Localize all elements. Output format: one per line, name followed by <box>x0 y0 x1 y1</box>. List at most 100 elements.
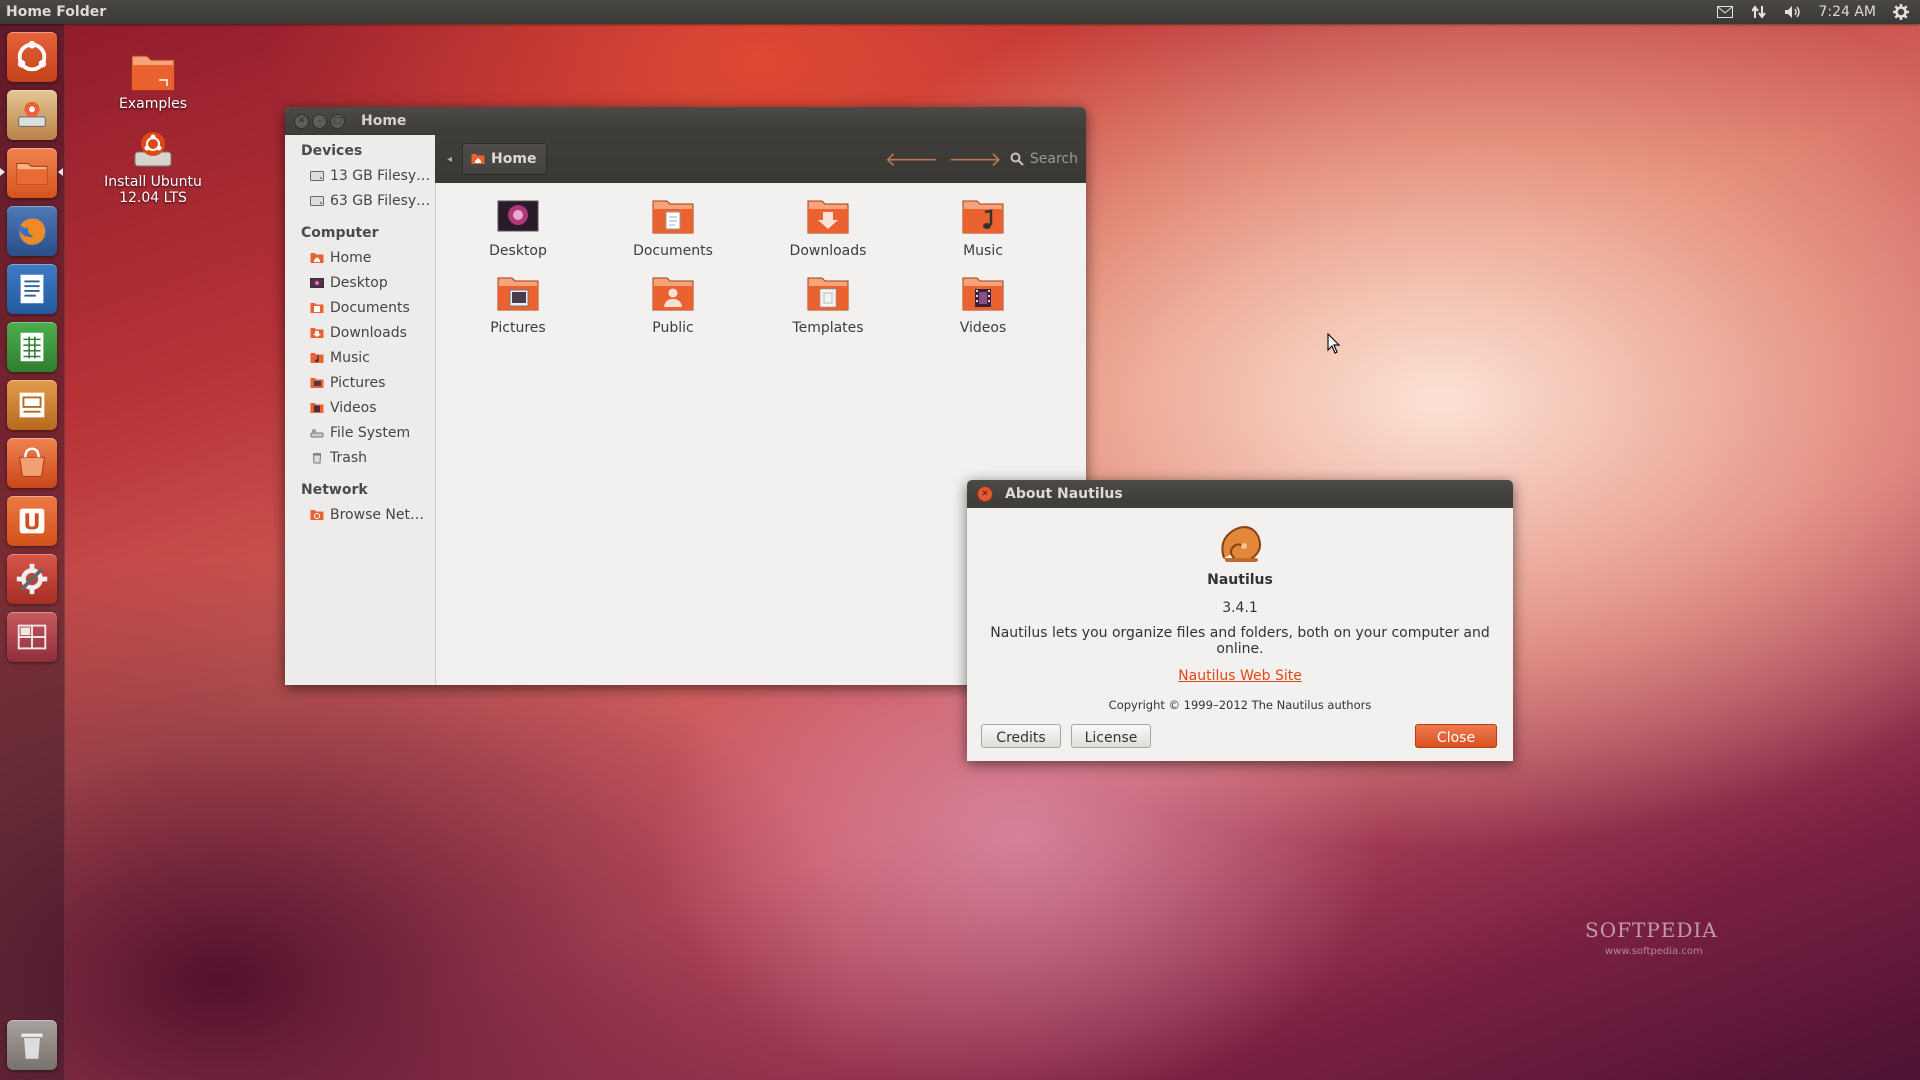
file-label: Templates <box>792 320 864 336</box>
install-ubuntu-icon <box>134 132 172 167</box>
templates-folder-icon <box>807 277 849 311</box>
license-button[interactable]: License <box>1071 724 1151 748</box>
sidebar-item-label: Desktop <box>330 274 388 291</box>
app-description: Nautilus lets you organize files and fol… <box>990 625 1490 657</box>
videos-folder-icon <box>962 277 1004 311</box>
sidebar-item-device-2[interactable]: 63 GB Filesy… <box>285 188 435 213</box>
file-label: Public <box>652 320 694 336</box>
breadcrumb-left-arrow-icon[interactable]: ◂ <box>447 154 452 165</box>
file-label: Pictures <box>490 320 546 336</box>
sidebar-item-file-system[interactable]: File System <box>285 420 435 445</box>
back-arrow-icon[interactable]: 🡐 <box>885 147 939 171</box>
nautilus-window: ✕ – □ Home Devices 13 GB Filesy… 63 GB F… <box>285 107 1086 685</box>
toolbar: ◂ Home 🡐 🡒 Search <box>435 135 1086 183</box>
close-icon[interactable]: ✕ <box>977 486 993 502</box>
drive-icon <box>310 195 324 206</box>
examples-folder-icon <box>131 55 175 91</box>
sidebar-header-network: Network <box>301 482 368 498</box>
watermark-url: www.softpedia.com <box>1605 946 1703 957</box>
public-folder-icon <box>652 277 694 311</box>
file-item-documents[interactable]: Documents <box>618 197 728 259</box>
sidebar-header-devices: Devices <box>301 143 363 159</box>
impress-icon[interactable] <box>7 380 57 430</box>
installer-icon[interactable] <box>7 90 57 140</box>
trash-icon[interactable] <box>7 1020 57 1070</box>
downloads-folder-icon <box>807 200 849 234</box>
firefox-icon[interactable] <box>7 206 57 256</box>
file-label: Music <box>963 243 1003 259</box>
file-item-desktop[interactable]: Desktop <box>463 197 573 259</box>
mail-icon[interactable] <box>1716 5 1734 19</box>
close-icon[interactable]: ✕ <box>294 113 309 129</box>
sidebar-item-device-1[interactable]: 13 GB Filesy… <box>285 163 435 188</box>
sidebar-item-home[interactable]: Home <box>285 245 435 270</box>
music-icon <box>310 352 324 363</box>
documents-folder-icon <box>652 200 694 234</box>
forward-arrow-icon[interactable]: 🡒 <box>948 147 1002 171</box>
drive-icon <box>310 170 324 181</box>
dash-icon[interactable] <box>7 32 57 82</box>
indicator-area: 7:24 AM <box>1716 4 1910 20</box>
system-settings-icon[interactable] <box>7 554 57 604</box>
active-indicator <box>58 168 63 176</box>
file-item-downloads[interactable]: Downloads <box>773 197 883 259</box>
sidebar-item-label: 63 GB Filesy… <box>330 192 431 209</box>
home-icon <box>471 154 485 164</box>
sidebar-item-trash[interactable]: Trash <box>285 445 435 470</box>
file-item-music[interactable]: Music <box>928 197 1038 259</box>
breadcrumb-home[interactable]: Home <box>462 143 548 175</box>
clock[interactable]: 7:24 AM <box>1818 4 1876 20</box>
sidebar-item-browse-network[interactable]: Browse Net… <box>285 502 435 527</box>
website-link[interactable]: Nautilus Web Site <box>1178 668 1302 684</box>
software-center-icon[interactable] <box>7 438 57 488</box>
search-icon <box>1010 152 1024 166</box>
calc-icon[interactable] <box>7 322 57 372</box>
volume-icon[interactable] <box>1784 5 1802 19</box>
pictures-folder-icon <box>497 277 539 311</box>
file-item-videos[interactable]: Videos <box>928 274 1038 336</box>
app-name: Nautilus <box>1207 572 1273 588</box>
maximize-icon[interactable]: □ <box>330 113 345 129</box>
dialog-body: Nautilus 3.4.1 Nautilus lets you organiz… <box>967 522 1513 712</box>
sidebar-item-label: Home <box>330 249 372 266</box>
sidebar-item-label: Trash <box>330 449 367 466</box>
sidebar-item-music[interactable]: Music <box>285 345 435 370</box>
search-button[interactable]: Search <box>1010 151 1078 167</box>
desktop-icon-examples[interactable]: Examples <box>83 50 223 112</box>
network-icon[interactable] <box>1750 5 1768 19</box>
ubuntu-one-icon[interactable] <box>7 496 57 546</box>
file-item-public[interactable]: Public <box>618 274 728 336</box>
file-item-templates[interactable]: Templates <box>773 274 883 336</box>
dialog-titlebar[interactable]: ✕ About Nautilus <box>967 480 1513 508</box>
power-gear-icon[interactable] <box>1892 4 1910 20</box>
sidebar-item-downloads[interactable]: Downloads <box>285 320 435 345</box>
desktop-icon-install-ubuntu[interactable]: Install Ubuntu 12.04 LTS <box>83 128 223 206</box>
window-titlebar[interactable]: ✕ – □ Home <box>285 107 1086 135</box>
sidebar-item-videos[interactable]: Videos <box>285 395 435 420</box>
sidebar-item-label: Documents <box>330 299 410 316</box>
credits-button[interactable]: Credits <box>981 724 1061 748</box>
pictures-icon <box>310 377 324 388</box>
music-folder-icon <box>962 200 1004 234</box>
minimize-icon[interactable]: – <box>312 113 327 129</box>
places-sidebar: Devices 13 GB Filesy… 63 GB Filesy… Comp… <box>285 135 436 685</box>
sidebar-header-computer: Computer <box>301 225 379 241</box>
breadcrumb-label: Home <box>491 151 537 167</box>
sidebar-item-label: Videos <box>330 399 377 416</box>
window-title: Home <box>361 113 407 129</box>
close-button[interactable]: Close <box>1415 724 1497 748</box>
file-item-pictures[interactable]: Pictures <box>463 274 573 336</box>
running-indicator <box>0 168 5 176</box>
writer-icon[interactable] <box>7 264 57 314</box>
home-folder-icon[interactable] <box>7 148 57 198</box>
sidebar-item-desktop[interactable]: Desktop <box>285 270 435 295</box>
workspace-switcher-icon[interactable] <box>7 612 57 662</box>
downloads-icon <box>310 327 324 338</box>
trash-icon <box>312 452 322 463</box>
sidebar-item-documents[interactable]: Documents <box>285 295 435 320</box>
sidebar-item-label: 13 GB Filesy… <box>330 167 431 184</box>
nautilus-shell-icon <box>1221 526 1261 562</box>
sidebar-item-pictures[interactable]: Pictures <box>285 370 435 395</box>
dialog-buttons: Credits License Close <box>967 724 1513 749</box>
desktop-icon <box>310 277 324 288</box>
